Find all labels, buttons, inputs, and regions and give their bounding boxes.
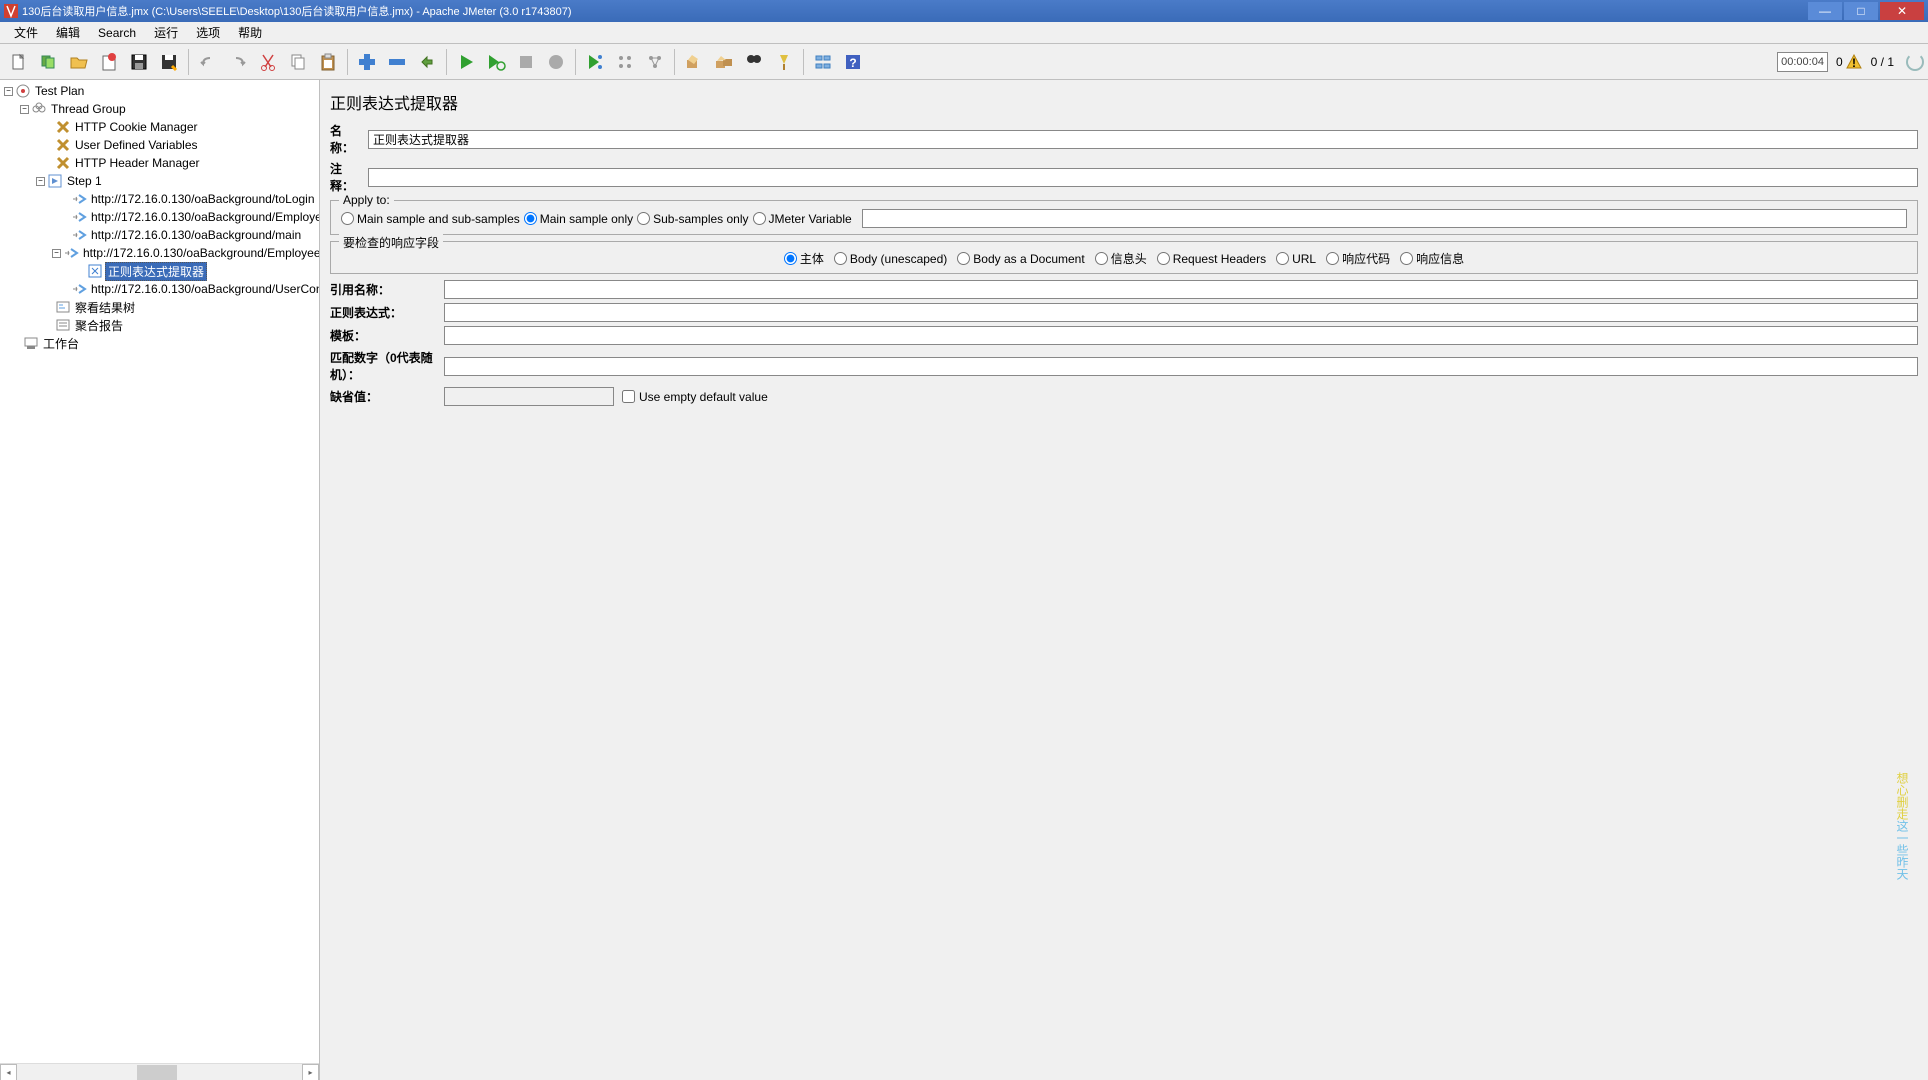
refname-label: 引用名称：	[330, 281, 440, 298]
jmeter-var-input[interactable]	[862, 209, 1907, 228]
tree-udv[interactable]: User Defined Variables	[0, 136, 319, 154]
clear-all-button[interactable]	[710, 48, 738, 76]
regex-label: 正则表达式：	[330, 304, 440, 321]
function-helper-button[interactable]	[809, 48, 837, 76]
menubar: 文件 编辑 Search 运行 选项 帮助	[0, 22, 1928, 44]
resp-headers[interactable]: 信息头	[1095, 250, 1147, 267]
tree-request-4[interactable]: −http://172.16.0.130/oaBackground/Employ…	[0, 244, 319, 262]
app-icon	[4, 4, 18, 18]
help-button[interactable]: ?	[839, 48, 867, 76]
toggle-button[interactable]	[413, 48, 441, 76]
tree-request-5[interactable]: http://172.16.0.130/oaBackground/UserCon…	[0, 280, 319, 298]
warning-icon: !	[1846, 54, 1862, 70]
warn-count: 0	[1836, 55, 1843, 69]
close-button[interactable]: ✕	[1880, 2, 1924, 20]
apply-to-fieldset: Apply to: Main sample and sub-samples Ma…	[330, 200, 1918, 235]
start-button[interactable]	[452, 48, 480, 76]
template-input[interactable]	[444, 326, 1918, 345]
search-button[interactable]	[740, 48, 768, 76]
response-field-fieldset: 要检查的响应字段 主体 Body (unescaped) Body as a D…	[330, 241, 1918, 274]
resp-request-headers[interactable]: Request Headers	[1157, 252, 1266, 266]
elapsed-time-box: 00:00:04	[1777, 52, 1828, 72]
tree-regex-extractor[interactable]: 正则表达式提取器	[0, 262, 319, 280]
resp-code[interactable]: 响应代码	[1326, 250, 1390, 267]
remote-start-notimers-button[interactable]	[611, 48, 639, 76]
maximize-button[interactable]: □	[1844, 2, 1878, 20]
minimize-button[interactable]: —	[1808, 2, 1842, 20]
resp-body-document[interactable]: Body as a Document	[957, 252, 1084, 266]
editor-title: 正则表达式提取器	[330, 86, 1918, 122]
running-icon	[1906, 53, 1924, 71]
tree-header-manager[interactable]: HTTP Header Manager	[0, 154, 319, 172]
tree-step1[interactable]: −Step 1	[0, 172, 319, 190]
tree-pane: −Test Plan −Thread Group HTTP Cookie Man…	[0, 80, 320, 1080]
match-label: 匹配数字（0代表随机）：	[330, 349, 440, 383]
svg-text:!: !	[1852, 56, 1856, 70]
template-label: 模板：	[330, 327, 440, 344]
redo-button[interactable]	[224, 48, 252, 76]
menu-edit[interactable]: 编辑	[48, 22, 88, 43]
default-input[interactable]	[444, 387, 614, 406]
thread-count: 0 / 1	[1871, 55, 1894, 69]
name-label: 名称：	[330, 122, 364, 156]
empty-default-checkbox[interactable]: Use empty default value	[622, 390, 768, 404]
tree-request-1[interactable]: http://172.16.0.130/oaBackground/toLogin	[0, 190, 319, 208]
new-button[interactable]	[5, 48, 33, 76]
stop-button[interactable]	[512, 48, 540, 76]
tree-request-3[interactable]: http://172.16.0.130/oaBackground/main	[0, 226, 319, 244]
resp-url[interactable]: URL	[1276, 252, 1316, 266]
editor-pane: 正则表达式提取器 名称： 注释： Apply to: Main sample a…	[320, 80, 1928, 1080]
refname-input[interactable]	[444, 280, 1918, 299]
tree-test-plan[interactable]: −Test Plan	[0, 82, 319, 100]
copy-button[interactable]	[284, 48, 312, 76]
apply-jmeter-var[interactable]: JMeter Variable	[753, 212, 852, 226]
resp-message[interactable]: 响应信息	[1400, 250, 1464, 267]
tree-cookie-manager[interactable]: HTTP Cookie Manager	[0, 118, 319, 136]
paste-button[interactable]	[314, 48, 342, 76]
menu-help[interactable]: 帮助	[230, 22, 270, 43]
regex-input[interactable]	[444, 303, 1918, 322]
apply-main-sub[interactable]: Main sample and sub-samples	[341, 212, 520, 226]
apply-main-only[interactable]: Main sample only	[524, 212, 633, 226]
resp-body-unescaped[interactable]: Body (unescaped)	[834, 252, 947, 266]
window-title: 130后台读取用户信息.jmx (C:\Users\SEELE\Desktop\…	[22, 3, 1808, 19]
shutdown-button[interactable]	[542, 48, 570, 76]
name-input[interactable]	[368, 130, 1918, 149]
tree-view-results[interactable]: 察看结果树	[0, 298, 319, 316]
undo-button[interactable]	[194, 48, 222, 76]
resp-body[interactable]: 主体	[784, 250, 824, 267]
tree-aggregate[interactable]: 聚合报告	[0, 316, 319, 334]
close-test-button[interactable]	[95, 48, 123, 76]
comment-input[interactable]	[368, 168, 1918, 187]
save-as-button[interactable]	[155, 48, 183, 76]
comment-label: 注释：	[330, 160, 364, 194]
tree-workbench[interactable]: 工作台	[0, 334, 319, 352]
start-notimers-button[interactable]	[482, 48, 510, 76]
menu-file[interactable]: 文件	[6, 22, 46, 43]
menu-options[interactable]: 选项	[188, 22, 228, 43]
tree-thread-group[interactable]: −Thread Group	[0, 100, 319, 118]
collapse-button[interactable]	[383, 48, 411, 76]
titlebar: 130后台读取用户信息.jmx (C:\Users\SEELE\Desktop\…	[0, 0, 1928, 22]
remote-start-button[interactable]	[581, 48, 609, 76]
tree-request-2[interactable]: http://172.16.0.130/oaBackground/Employe…	[0, 208, 319, 226]
tree-hscrollbar[interactable]: ◂▸	[0, 1063, 319, 1080]
default-label: 缺省值：	[330, 388, 440, 405]
open-button[interactable]	[65, 48, 93, 76]
templates-button[interactable]	[35, 48, 63, 76]
reset-search-button[interactable]	[770, 48, 798, 76]
menu-search[interactable]: Search	[90, 24, 144, 42]
svg-text:?: ?	[849, 56, 856, 70]
expand-button[interactable]	[353, 48, 381, 76]
cut-button[interactable]	[254, 48, 282, 76]
response-field-legend: 要检查的响应字段	[339, 234, 443, 251]
remote-stop-button[interactable]	[641, 48, 669, 76]
apply-sub-only[interactable]: Sub-samples only	[637, 212, 748, 226]
match-input[interactable]	[444, 357, 1918, 376]
menu-run[interactable]: 运行	[146, 22, 186, 43]
save-button[interactable]	[125, 48, 153, 76]
toolbar: ? 00:00:04 0 ! 0 / 1	[0, 44, 1928, 80]
clear-button[interactable]	[680, 48, 708, 76]
apply-to-legend: Apply to:	[339, 193, 394, 207]
